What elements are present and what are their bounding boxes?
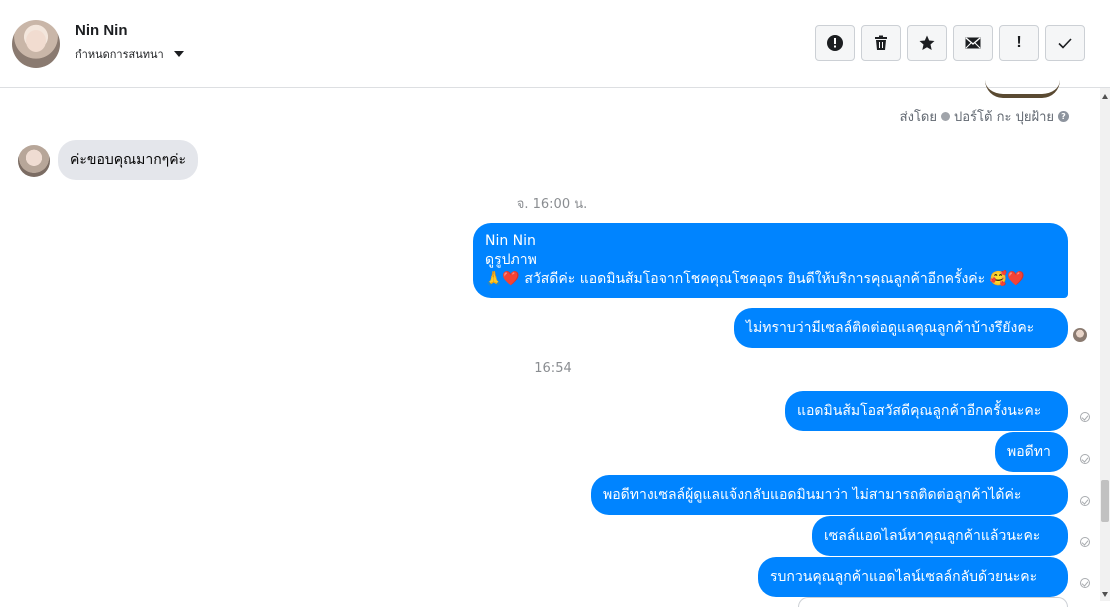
message-line: 🙏❤️ สวัสดีค่ะ แอดมินส้มโอจากโชคคุณโชคอุด… [485, 271, 1025, 287]
verified-icon [941, 112, 950, 121]
contact-name[interactable]: Nin Nin [75, 22, 128, 39]
delivered-check-icon [1080, 578, 1090, 588]
message-text: พอดีทางเซลล์ผู้ดูแลแจ้งกลับแอดมินมาว่า ไ… [603, 487, 1022, 503]
sent-message[interactable]: แอดมินส้มโอสวัสดีคุณลูกค้าอีกครั้งนะคะ [785, 391, 1068, 431]
scroll-down-arrow-icon[interactable] [1102, 592, 1108, 597]
delivered-check-icon [1080, 537, 1090, 547]
scroll-up-arrow-icon[interactable] [1102, 94, 1108, 99]
delivered-check-icon [1080, 412, 1090, 422]
star-button[interactable] [907, 25, 947, 61]
scrollbar-thumb[interactable] [1101, 480, 1109, 522]
help-icon[interactable]: ? [1058, 111, 1069, 122]
caret-down-icon [173, 51, 184, 57]
timestamp: จ. 16:00 น. [516, 197, 588, 212]
delivered-check-icon [1080, 496, 1090, 506]
done-button[interactable] [1045, 25, 1085, 61]
check-icon [1058, 38, 1072, 49]
sent-message[interactable]: พอดีทางเซลล์ผู้ดูแลแจ้งกลับแอดมินมาว่า ไ… [591, 475, 1068, 515]
envelope-icon [965, 37, 981, 49]
assign-conversation-dropdown[interactable]: กำหนดการสนทนา [75, 45, 184, 63]
partial-message [798, 597, 1068, 607]
trash-icon [875, 35, 887, 50]
delivered-check-icon [1080, 454, 1090, 464]
received-message-text: ค่ะขอบคุณมากๆค่ะ [70, 152, 187, 168]
sticker-image[interactable] [985, 80, 1060, 98]
conversation-toolbar: ! [815, 25, 1085, 61]
sent-message[interactable]: ไม่ทราบว่ามีเซลล์ติดต่อดูแลคุณลูกค้าบ้าง… [734, 308, 1068, 348]
spam-button[interactable] [815, 25, 855, 61]
star-icon [919, 35, 935, 50]
message-text: ไม่ทราบว่ามีเซลล์ติดต่อดูแลคุณลูกค้าบ้าง… [746, 320, 1035, 336]
alert-circle-icon [827, 35, 843, 51]
assign-label: กำหนดการสนทนา [75, 48, 164, 61]
scrollbar[interactable] [1100, 88, 1110, 601]
message-text: แอดมินส้มโอสวัสดีคุณลูกค้าอีกครั้งนะคะ [797, 403, 1042, 419]
timestamp: 16:54 [534, 361, 572, 376]
conversation-header: Nin Nin กำหนดการสนทนา ! [0, 0, 1110, 88]
message-text: พอดีทา [1007, 444, 1051, 460]
message-text: รบกวนคุณลูกค้าแอดไลน์เซลล์กลับด้วยนะคะ [770, 569, 1038, 585]
mark-unread-button[interactable] [953, 25, 993, 61]
priority-button[interactable]: ! [999, 25, 1039, 61]
sent-message[interactable]: เซลล์แอดไลน์หาคุณลูกค้าแล้วนะคะ [812, 516, 1068, 556]
message-line: Nin Nin [485, 233, 536, 249]
exclamation-icon: ! [1016, 34, 1022, 51]
contact-avatar[interactable] [12, 20, 60, 68]
sent-by-label: ส่งโดย ปอร์โต้ กะ ปุยฝ้าย ? [900, 106, 1069, 127]
seen-avatar [1073, 328, 1087, 342]
sent-message[interactable]: รบกวนคุณลูกค้าแอดไลน์เซลล์กลับด้วยนะคะ [758, 557, 1068, 597]
sent-by-name: ปอร์โต้ กะ ปุยฝ้าย [954, 110, 1054, 125]
received-message[interactable]: ค่ะขอบคุณมากๆค่ะ [58, 140, 199, 180]
message-text: เซลล์แอดไลน์หาคุณลูกค้าแล้วนะคะ [824, 528, 1041, 544]
delete-button[interactable] [861, 25, 901, 61]
sent-message[interactable]: Nin Nin ดูรูปภาพ 🙏❤️ สวัสดีค่ะ แอดมินส้ม… [473, 223, 1068, 298]
sent-by-prefix: ส่งโดย [899, 110, 937, 125]
sent-message[interactable]: พอดีทา [995, 432, 1068, 472]
contact-avatar-small[interactable] [18, 145, 50, 177]
message-line: ดูรูปภาพ [485, 252, 537, 268]
